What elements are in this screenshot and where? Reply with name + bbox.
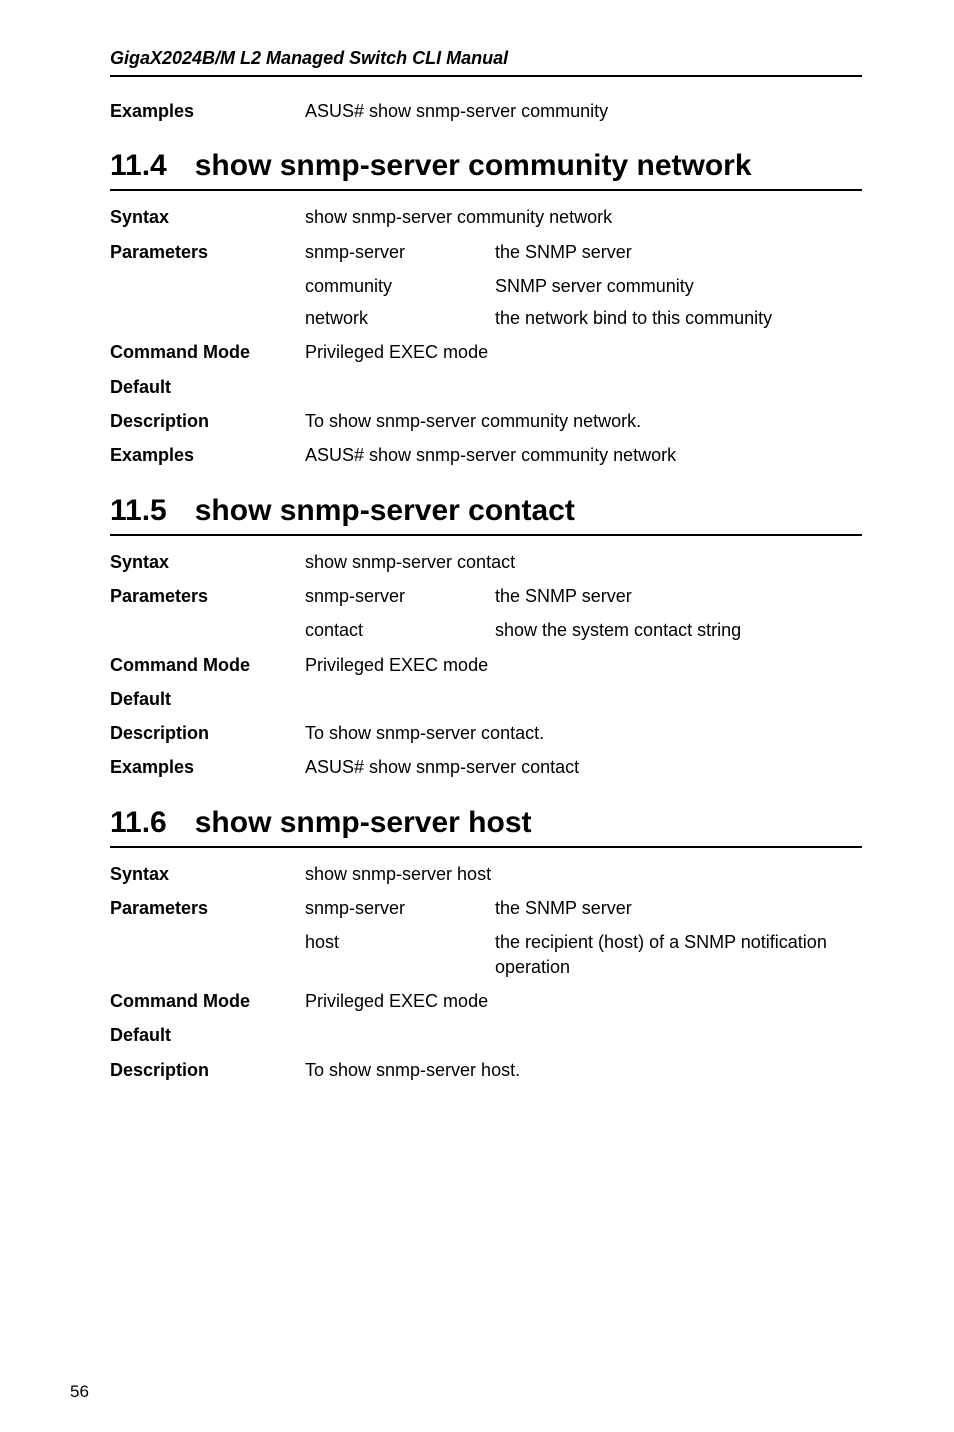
command-mode-value: Privileged EXEC mode: [305, 653, 862, 677]
section-title: show snmp-server community network: [195, 149, 752, 183]
section-heading-11-6: 11.6 show snmp-server host: [110, 806, 862, 848]
param-name: network: [305, 306, 495, 330]
description-label: Description: [110, 1058, 305, 1082]
command-mode-label: Command Mode: [110, 989, 305, 1013]
parameters-row: host the recipient (host) of a SNMP noti…: [110, 930, 862, 979]
parameters-row: community SNMP server community: [110, 274, 862, 298]
param-name: snmp-server: [305, 584, 495, 608]
running-header: GigaX2024B/M L2 Managed Switch CLI Manua…: [110, 48, 862, 77]
param-desc: the SNMP server: [495, 240, 862, 264]
param-name: host: [305, 930, 495, 954]
param-desc: SNMP server community: [495, 274, 862, 298]
param-name: snmp-server: [305, 240, 495, 264]
section-title: show snmp-server contact: [195, 494, 575, 528]
default-label: Default: [110, 687, 305, 711]
parameters-label: Parameters: [110, 240, 305, 264]
syntax-value: show snmp-server community network: [305, 205, 862, 229]
examples-value: ASUS# show snmp-server contact: [305, 755, 862, 779]
parameters-row: contact show the system contact string: [110, 618, 862, 642]
syntax-row: Syntax show snmp-server contact: [110, 550, 862, 574]
page: GigaX2024B/M L2 Managed Switch CLI Manua…: [0, 0, 954, 1432]
parameters-row: Parameters snmp-server the SNMP server: [110, 896, 862, 920]
param-desc: the SNMP server: [495, 896, 862, 920]
section-number: 11.6: [110, 806, 167, 840]
examples-label: Examples: [110, 443, 305, 467]
syntax-value: show snmp-server host: [305, 862, 862, 886]
syntax-row: Syntax show snmp-server host: [110, 862, 862, 886]
param-name: contact: [305, 618, 495, 642]
description-value: To show snmp-server community network.: [305, 409, 862, 433]
param-name: snmp-server: [305, 896, 495, 920]
syntax-row: Syntax show snmp-server community networ…: [110, 205, 862, 229]
param-desc: the recipient (host) of a SNMP notificat…: [495, 930, 862, 979]
parameters-row: network the network bind to this communi…: [110, 306, 862, 330]
section-heading-11-5: 11.5 show snmp-server contact: [110, 494, 862, 536]
command-mode-value: Privileged EXEC mode: [305, 989, 862, 1013]
command-mode-value: Privileged EXEC mode: [305, 340, 862, 364]
syntax-label: Syntax: [110, 862, 305, 886]
section-title: show snmp-server host: [195, 806, 532, 840]
parameters-row: Parameters snmp-server the SNMP server: [110, 584, 862, 608]
parameters-label: Parameters: [110, 896, 305, 920]
examples-row: Examples ASUS# show snmp-server communit…: [110, 99, 862, 123]
command-mode-row: Command Mode Privileged EXEC mode: [110, 989, 862, 1013]
parameters-row: Parameters snmp-server the SNMP server: [110, 240, 862, 264]
syntax-label: Syntax: [110, 550, 305, 574]
section-heading-11-4: 11.4 show snmp-server community network: [110, 149, 862, 191]
examples-label: Examples: [110, 99, 305, 123]
param-desc: the network bind to this community: [495, 306, 862, 330]
examples-label: Examples: [110, 755, 305, 779]
default-label: Default: [110, 375, 305, 399]
description-label: Description: [110, 409, 305, 433]
description-row: Description To show snmp-server host.: [110, 1058, 862, 1082]
examples-value: ASUS# show snmp-server community network: [305, 443, 862, 467]
description-row: Description To show snmp-server contact.: [110, 721, 862, 745]
param-name: community: [305, 274, 495, 298]
description-row: Description To show snmp-server communit…: [110, 409, 862, 433]
parameters-label: Parameters: [110, 584, 305, 608]
default-row: Default: [110, 1023, 862, 1047]
default-row: Default: [110, 375, 862, 399]
description-value: To show snmp-server contact.: [305, 721, 862, 745]
page-number: 56: [70, 1382, 89, 1402]
command-mode-row: Command Mode Privileged EXEC mode: [110, 340, 862, 364]
command-mode-label: Command Mode: [110, 653, 305, 677]
command-mode-row: Command Mode Privileged EXEC mode: [110, 653, 862, 677]
default-label: Default: [110, 1023, 305, 1047]
description-value: To show snmp-server host.: [305, 1058, 862, 1082]
section-number: 11.4: [110, 149, 167, 183]
syntax-label: Syntax: [110, 205, 305, 229]
examples-row: Examples ASUS# show snmp-server contact: [110, 755, 862, 779]
command-mode-label: Command Mode: [110, 340, 305, 364]
section-number: 11.5: [110, 494, 167, 528]
default-row: Default: [110, 687, 862, 711]
param-desc: show the system contact string: [495, 618, 862, 642]
examples-value: ASUS# show snmp-server community: [305, 99, 862, 123]
param-desc: the SNMP server: [495, 584, 862, 608]
description-label: Description: [110, 721, 305, 745]
syntax-value: show snmp-server contact: [305, 550, 862, 574]
examples-row: Examples ASUS# show snmp-server communit…: [110, 443, 862, 467]
